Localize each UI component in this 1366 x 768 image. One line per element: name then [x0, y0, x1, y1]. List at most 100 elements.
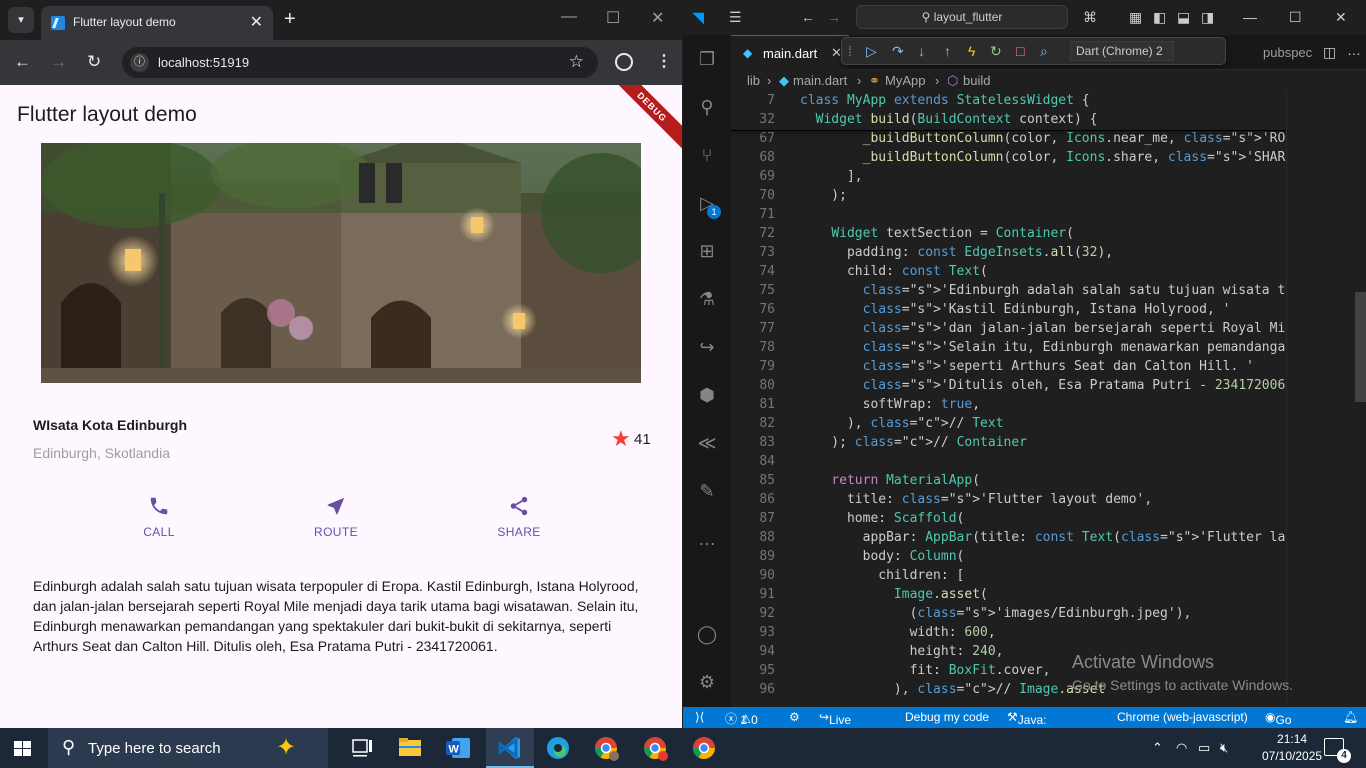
word-icon[interactable]: W	[434, 728, 482, 768]
toggle-panel-icon[interactable]: ⬓	[1177, 9, 1190, 26]
java-status[interactable]: ⚒ Java: Warning	[1007, 710, 1062, 741]
code-line[interactable]: Image.asset(	[800, 587, 988, 602]
code-line[interactable]: class="s">'Edinburgh adalah salah satu t…	[800, 283, 1286, 298]
volume-muted-icon[interactable]: 🔇︎	[1220, 740, 1228, 756]
debug-status[interactable]: Debug my code	[905, 710, 989, 724]
reload-icon[interactable]: ↻	[87, 52, 101, 72]
split-editor-icon[interactable]: ◫	[1323, 44, 1336, 61]
close-tab-icon[interactable]: ✕	[250, 12, 263, 32]
code-line[interactable]: body: Column(	[800, 549, 965, 564]
chrome-icon[interactable]	[631, 728, 679, 768]
extensions-icon[interactable]: ⊞	[695, 239, 719, 263]
system-clock[interactable]: 21:14 07/10/2025	[1262, 731, 1322, 765]
code-editor[interactable]: 7 class MyApp extends StatelessWidget {32…	[731, 92, 1286, 707]
notification-center-icon[interactable]: 4	[1324, 738, 1351, 763]
code-line[interactable]: return MaterialApp(	[800, 473, 980, 488]
clock-time[interactable]: 21:14	[1262, 731, 1322, 748]
url-text[interactable]: localhost:51919	[158, 55, 249, 70]
error-count[interactable]: 1	[740, 713, 747, 727]
nav-forward-icon[interactable]: →	[827, 9, 841, 25]
live-share-icon[interactable]: ↪	[695, 335, 719, 359]
code-line[interactable]: fit: BoxFit.cover,	[800, 663, 1051, 678]
more-icon[interactable]: …	[695, 527, 719, 551]
toggle-secondary-sidebar-icon[interactable]: ◨	[1201, 9, 1214, 26]
breadcrumb-method[interactable]: build	[963, 73, 990, 88]
layout-icon[interactable]: ▦	[1129, 9, 1142, 26]
taskbar-search[interactable]: ⚲ Type here to search ✦	[48, 728, 328, 768]
code-line[interactable]: child: const Text(	[800, 264, 988, 279]
code-line[interactable]: (class="s">'images/Edinburgh.jpeg'),	[800, 606, 1192, 621]
tab-main-dart[interactable]: ◆ main.dart ✕	[731, 35, 849, 70]
code-line[interactable]: Widget build(BuildContext context) {	[800, 112, 1098, 127]
python-icon[interactable]: ⬢	[695, 383, 719, 407]
sticky-scroll-line[interactable]: 32 Widget build(BuildContext context) {	[731, 111, 1286, 130]
code-line[interactable]: children: [	[800, 568, 964, 583]
code-line[interactable]: ), class="c">// Text	[800, 416, 1004, 431]
code-line[interactable]: ],	[800, 169, 863, 184]
code-line[interactable]: title: class="s">'Flutter layout demo',	[800, 492, 1152, 507]
chrome-menu-icon[interactable]: ⋮	[656, 51, 672, 71]
copilot-icon[interactable]: ⌘	[1083, 9, 1097, 26]
vscode-taskbar-icon[interactable]	[486, 728, 534, 768]
browser-tab[interactable]: Flutter layout demo ✕	[41, 6, 273, 40]
debug-session-select[interactable]: Dart (Chrome) 2 ⌄	[1070, 41, 1174, 76]
source-control-icon[interactable]: ⑂	[695, 143, 719, 167]
flutter-icon[interactable]: ≪	[695, 431, 719, 455]
code-line[interactable]: width: 600,	[800, 625, 996, 640]
debug-target[interactable]: Dart (Chrome) 2	[1076, 44, 1163, 58]
call-button[interactable]: CALL	[114, 495, 204, 541]
breadcrumb-class[interactable]: MyApp	[885, 73, 925, 88]
explorer-icon[interactable]: ❐	[695, 47, 719, 71]
code-line[interactable]: class="s">'seperti Arthurs Seat dan Calt…	[800, 359, 1254, 374]
chrome-profile-icon[interactable]	[582, 728, 630, 768]
address-bar[interactable]: ⓘ localhost:51919 ☆	[122, 47, 598, 78]
clock-date[interactable]: 07/10/2025	[1262, 748, 1322, 765]
forward-icon[interactable]: →	[50, 52, 67, 72]
command-center-search[interactable]: ⚲ layout_flutter	[856, 5, 1068, 29]
accounts-icon[interactable]: ◯	[695, 622, 719, 646]
tray-chevron-icon[interactable]: ⌃	[1152, 740, 1163, 756]
code-line[interactable]: ), class="c">// Image.asset	[800, 682, 1105, 697]
devtools-icon[interactable]: ⌕	[1040, 43, 1048, 60]
settings-gear-icon[interactable]: ⚙	[695, 670, 719, 694]
code-line[interactable]: _buildButtonColumn(color, Icons.near_me,…	[800, 131, 1286, 146]
search-icon[interactable]: ⚲	[695, 95, 719, 119]
wifi-icon[interactable]: ◠	[1176, 740, 1187, 756]
taskbar-search-placeholder[interactable]: Type here to search	[88, 740, 221, 757]
code-line[interactable]: Widget textSection = Container(	[800, 226, 1074, 241]
battery-icon[interactable]: ▭	[1198, 740, 1210, 756]
code-line[interactable]: class="s">'dan jalan-jalan bersejarah se…	[800, 321, 1286, 336]
step-out-icon[interactable]: ↑	[944, 43, 951, 59]
start-button[interactable]	[14, 741, 31, 756]
file-explorer-icon[interactable]	[386, 728, 434, 768]
menu-icon[interactable]: ☰	[729, 9, 742, 26]
more-actions-icon[interactable]: …	[1347, 42, 1361, 58]
code-line[interactable]: appBar: AppBar(title: const Text(class="…	[800, 530, 1286, 545]
remote-icon[interactable]: ⟩⟨	[695, 710, 704, 724]
maximize-icon[interactable]: ☐	[1289, 9, 1302, 26]
chrome-status[interactable]: Chrome (web-javascript)	[1117, 710, 1248, 724]
step-over-icon[interactable]: ↷	[892, 43, 904, 60]
testing-icon[interactable]: ⚗	[695, 287, 719, 311]
breadcrumb-file[interactable]: main.dart	[793, 73, 847, 88]
code-line[interactable]: padding: const EdgeInsets.all(32),	[800, 245, 1113, 260]
code-line[interactable]: class="s">'Selain itu, Edinburgh menawar…	[800, 340, 1286, 355]
close-window-icon[interactable]: ✕	[651, 8, 664, 28]
step-into-icon[interactable]: ↓	[918, 43, 925, 59]
edge-icon[interactable]	[534, 728, 582, 768]
tab-search-button[interactable]: ▾	[8, 7, 34, 33]
new-tab-button[interactable]: +	[284, 8, 296, 31]
restart-icon[interactable]: ↻	[990, 43, 1002, 60]
stop-icon[interactable]: □	[1016, 43, 1024, 59]
chrome-icon-2[interactable]	[680, 728, 728, 768]
notifications-bell-icon[interactable]: 🔔︎	[1343, 710, 1358, 724]
share-button[interactable]: SHARE	[474, 495, 564, 541]
breadcrumb-lib[interactable]: lib	[747, 73, 760, 88]
back-icon[interactable]: ←	[14, 52, 31, 72]
minimap[interactable]	[1286, 92, 1366, 707]
minimap-slider[interactable]	[1355, 292, 1366, 402]
minimize-icon[interactable]: —	[561, 8, 577, 26]
task-view-icon[interactable]	[338, 728, 386, 768]
warning-count[interactable]: 0	[751, 713, 758, 727]
edit-icon[interactable]: ✎	[695, 479, 719, 503]
